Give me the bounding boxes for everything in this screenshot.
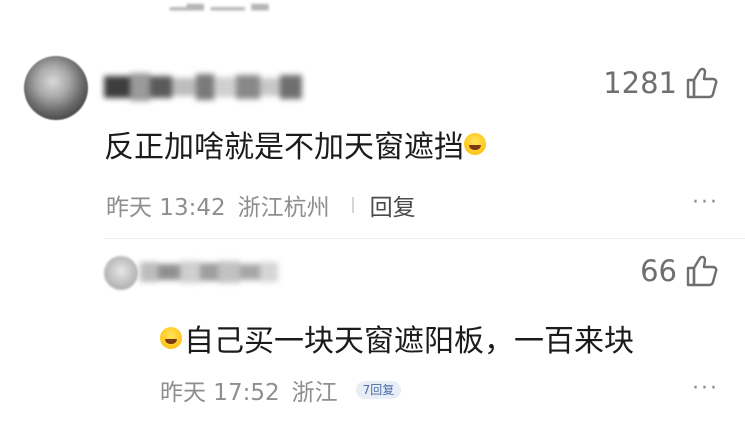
reply-avatar[interactable]	[104, 256, 138, 290]
separator	[104, 238, 745, 239]
like-button[interactable]: 1281	[603, 66, 719, 100]
laughing-emoji-icon	[464, 133, 486, 155]
previous-content-cutoff: ▁▂ ▁▁ ▂	[170, 0, 269, 11]
reply-button[interactable]: 回复	[370, 188, 416, 222]
laughing-emoji-icon	[160, 327, 182, 349]
reply-username-blurred[interactable]	[140, 255, 290, 289]
reply-count-badge[interactable]: 7回复	[355, 381, 402, 399]
more-options-icon[interactable]: ···	[692, 190, 719, 215]
reply-text: 自己买一块天窗遮阳板，一百来块	[160, 316, 634, 360]
comment-body: 反正加啥就是不加天窗遮挡	[104, 130, 464, 165]
reply-like-count: 66	[640, 254, 677, 288]
avatar[interactable]	[24, 56, 88, 120]
reply-like-button[interactable]: 66	[640, 254, 719, 288]
location: 浙江杭州	[237, 195, 330, 221]
username-blurred[interactable]	[104, 70, 324, 104]
reply-timestamp: 昨天 17:52	[160, 380, 280, 406]
reply-body: 自己买一块天窗遮阳板，一百来块	[184, 324, 634, 359]
more-options-icon[interactable]: ···	[692, 376, 719, 401]
comment-meta: 昨天 13:42 浙江杭州 回复	[106, 188, 416, 222]
like-count: 1281	[603, 66, 677, 100]
reply-location: 浙江	[291, 380, 338, 406]
thumbs-up-icon	[686, 67, 718, 99]
thumbs-up-icon	[686, 255, 718, 287]
divider	[351, 197, 354, 213]
reply-meta: 昨天 17:52 浙江 7回复	[160, 373, 402, 407]
comment-text: 反正加啥就是不加天窗遮挡	[104, 122, 486, 166]
timestamp: 昨天 13:42	[106, 195, 226, 221]
